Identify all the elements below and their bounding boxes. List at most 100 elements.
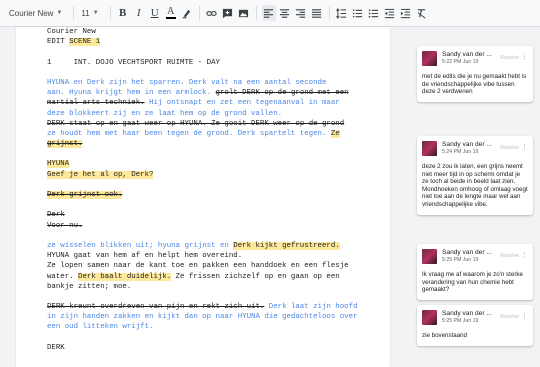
script-line: martial arts techniek. Hij ontsnapt en z… [47,98,357,108]
comment-author: Sandy van der ... [442,310,492,317]
insert-image-button[interactable] [237,5,251,21]
formatting-toolbar: Courier New ▼ 11 ▼ B I U A [0,0,540,27]
insert-link-button[interactable] [205,5,219,21]
script-line: DERK kreunt overdreven van pijn en rekt … [47,302,357,312]
script-line: bankje zitten; moe. [47,282,357,292]
text-color-button[interactable]: A [164,5,178,21]
text-run: aan. Hyuna krijgt hem in een armlock. [47,89,216,98]
script-line: aan. Hyuna krijgt hem in een armlock. gr… [47,88,357,98]
underline-button[interactable]: U [148,5,162,21]
more-options-icon[interactable]: ⋮ [521,144,528,151]
script-line: ze wisselen blikken uit; hyuna grijnst e… [47,241,357,251]
script-line: HYUNA [47,159,357,169]
text-run: ze wisselen blikken uit; hyuna grijnst e… [47,241,234,250]
comment-header: Sandy van der ... 5:24 PM Jun 19 Resolve… [422,141,528,160]
text-run: HYUNA gaat van hem af en helpt hem overe… [47,252,243,261]
comment-timestamp: 5:25 PM Jun 19 [442,257,479,263]
text-run: Derk [47,211,65,220]
line-spacing-button[interactable] [335,5,349,21]
text-run: een oud litteken wrijft. [47,323,154,332]
script-line: ze houdt hem met haar been tegen de gron… [47,129,357,139]
text-run: 1 INT. DOJO VECHTSPORT RUIMTE - DAY [47,58,220,67]
comment-card[interactable]: Sandy van der ... 5:24 PM Jun 19 Resolve… [417,136,533,215]
align-left-button[interactable] [261,5,276,21]
resolve-button[interactable]: Resolve [500,55,519,61]
numbered-list-button[interactable] [351,5,365,21]
chevron-down-icon: ▼ [56,10,63,16]
script-line: Geef je het al op, Derk? [47,170,357,180]
increase-indent-button[interactable] [399,5,413,21]
highlight-color-button[interactable] [180,5,194,21]
script-line [47,180,357,190]
numbered-list-icon [353,9,363,17]
justify-icon [312,8,322,18]
more-options-icon[interactable]: ⋮ [521,54,528,61]
font-size-select[interactable]: 11 ▼ [78,5,101,21]
text-run: Derk baalt duidelijk. [78,272,172,281]
text-run: Derk grijnst ook. [47,191,123,199]
text-run: ze houdt hem met haar been tegen de gron… [47,129,331,138]
script-body[interactable]: Courier New EDIT SCENE 1 1 INT. DOJO VECHT… [47,27,357,353]
clear-formatting-icon [417,8,426,18]
avatar [422,249,437,264]
highlighter-icon [183,9,191,18]
clear-formatting-button[interactable] [415,5,429,21]
toolbar-divider [328,6,330,20]
resolve-button[interactable]: Resolve [500,145,519,151]
toolbar-divider [198,6,200,20]
comment-text: zie bovenstaand [422,332,468,339]
resolve-button[interactable]: Resolve [500,253,519,259]
script-line: 1 INT. DOJO VECHTSPORT RUIMTE - DAY [47,58,357,68]
justify-button[interactable] [310,5,324,21]
bulleted-list-button[interactable] [367,5,381,21]
script-line [47,149,357,159]
image-icon [239,9,249,17]
script-line [47,68,357,78]
text-run: Voor nu. [47,221,83,230]
script-line: Courier New [47,27,357,37]
script-line [47,47,357,57]
align-right-button[interactable] [294,5,308,21]
text-run: water. [47,272,79,281]
add-comment-icon [223,8,233,18]
text-run: Ze [330,129,340,138]
text-run: Courier New [47,28,96,36]
italic-button[interactable]: I [132,5,146,21]
script-line: DERK staat op en gaat weer op HYUNA. Ze … [47,119,357,129]
text-run: HYUNA [47,160,70,169]
text-run: SCENE 1 [69,38,101,47]
script-line [47,231,357,241]
avatar [422,51,437,66]
font-family-select[interactable]: Courier New ▼ [6,5,65,21]
script-line: een oud litteken wrijft. [47,322,357,332]
text-run: DERK kreunt overdreven van pijn en rekt … [47,303,265,312]
document-page[interactable]: Courier New EDIT SCENE 1 1 INT. DOJO VECHT… [16,27,390,367]
comment-text: deze 2 zou ik laten, een grijns neemt ni… [422,163,528,208]
text-run: Geef je het al op, Derk? [47,170,154,179]
comment-timestamp: 5:22 PM Jun 19 [442,59,479,65]
text-run: EDIT [47,38,70,47]
align-center-icon [280,8,290,18]
comment-card[interactable]: Sandy van der ... 5:25 PM Jun 19 Resolve… [417,305,533,346]
more-options-icon[interactable]: ⋮ [521,252,528,259]
decrease-indent-button[interactable] [383,5,397,21]
more-options-icon[interactable]: ⋮ [521,313,528,320]
script-line: Derk grijnst ook. [47,190,357,200]
text-run: grijnst. [47,140,83,149]
comment-author: Sandy van der ... [442,249,492,256]
align-center-button[interactable] [278,5,292,21]
comment-card[interactable]: Sandy van der ... 5:22 PM Jun 19 Resolve… [417,46,533,102]
comment-header: Sandy van der ... 5:25 PM Jun 19 Resolve… [422,249,528,268]
bold-button[interactable]: B [116,5,130,21]
comment-text: Ik vraag me af waarom je zo'n sterke ver… [422,271,523,294]
script-line: in zijn handen zakken en kijkt dan op na… [47,312,357,322]
comment-timestamp: 5:25 PM Jun 19 [442,318,479,324]
comment-card[interactable]: Sandy van der ... 5:25 PM Jun 19 Resolve… [417,244,533,300]
increase-indent-icon [401,8,411,18]
add-comment-button[interactable] [221,5,235,21]
script-line: DERK [47,343,357,353]
comment-header: Sandy van der ... 5:25 PM Jun 19 Resolve… [422,310,528,329]
avatar [422,310,437,325]
resolve-button[interactable]: Resolve [500,314,519,320]
align-right-icon [296,8,306,18]
